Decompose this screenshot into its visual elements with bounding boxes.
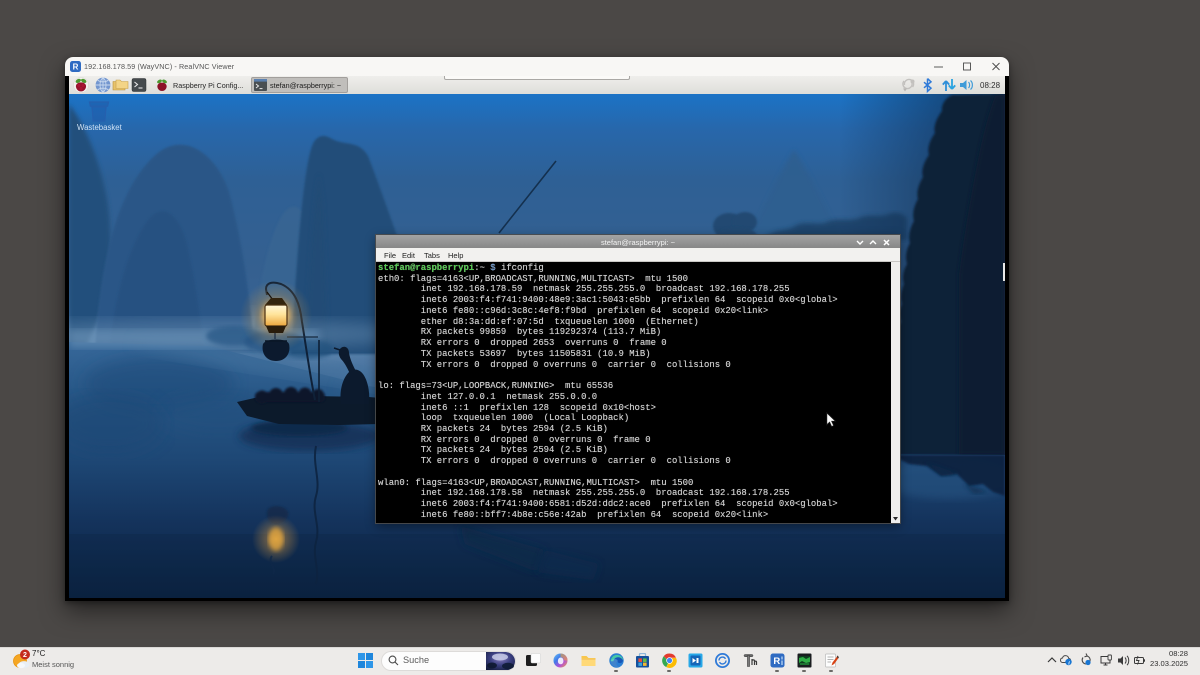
svg-text:R: R <box>73 62 79 71</box>
svg-text:2: 2 <box>23 652 27 659</box>
svg-text:R: R <box>773 656 780 667</box>
